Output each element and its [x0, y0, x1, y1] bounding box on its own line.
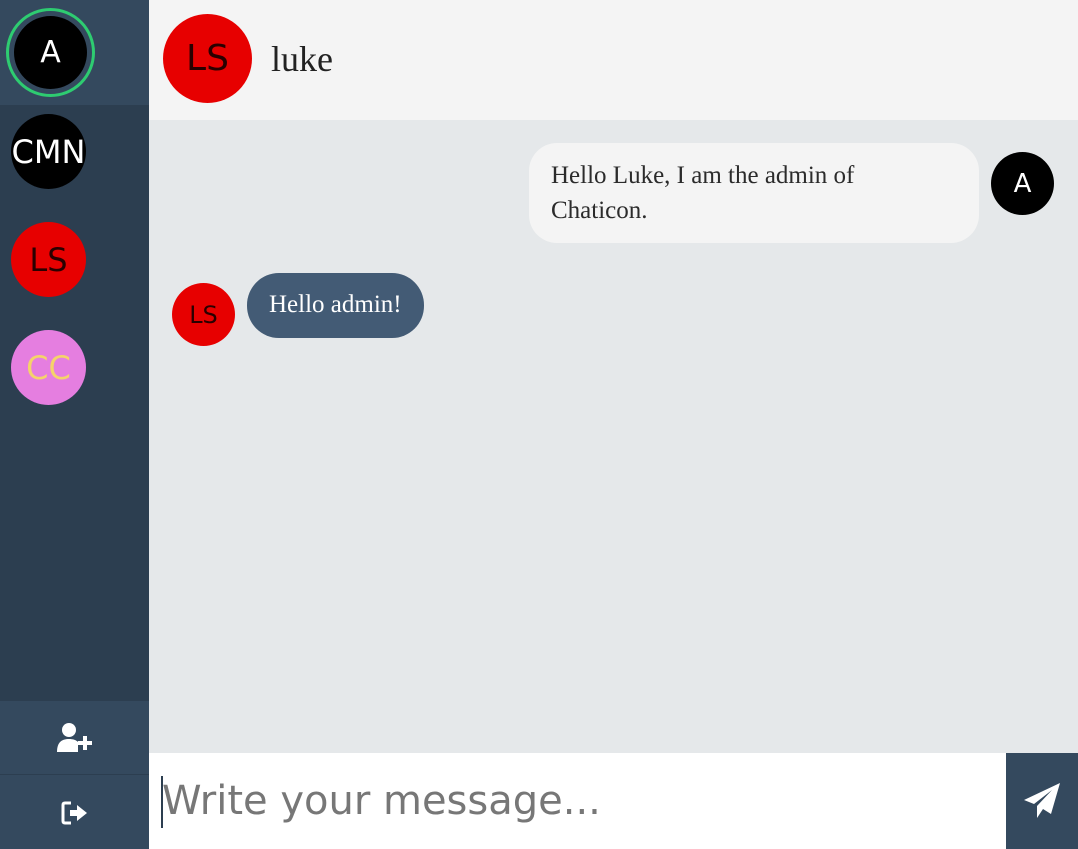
sidebar: A CMN LS CC: [0, 0, 149, 849]
logout-button[interactable]: [0, 776, 149, 849]
incoming-message-avatar: LS: [172, 283, 235, 346]
avatar-initials: LS: [189, 300, 218, 329]
message-input[interactable]: [149, 753, 1006, 849]
send-button[interactable]: [1006, 753, 1078, 849]
incoming-message: Hello admin!: [247, 273, 424, 338]
chat-partner-avatar[interactable]: LS: [163, 14, 252, 103]
current-user-initials: A: [40, 35, 61, 70]
chat-partner-initials: LS: [186, 38, 229, 79]
outgoing-message-avatar: A: [991, 152, 1054, 215]
contact-initials: CC: [26, 348, 71, 387]
avatar-initials: A: [1013, 168, 1032, 199]
current-user-avatar[interactable]: A: [14, 16, 87, 89]
add-user-icon: [56, 722, 92, 752]
logout-icon: [61, 801, 87, 825]
contact-avatar-cmn[interactable]: CMN: [11, 114, 86, 189]
chat-header: LS luke: [149, 0, 1078, 120]
sidebar-actions: [0, 701, 149, 849]
message-composer: [149, 753, 1078, 849]
chat-app: A CMN LS CC LS luke Hello Luke, I am the…: [0, 0, 1078, 849]
contact-initials: CMN: [11, 132, 86, 171]
contact-initials: LS: [29, 240, 68, 279]
text-caret: [161, 776, 163, 828]
contact-avatar-ls[interactable]: LS: [11, 222, 86, 297]
chat-partner-name: luke: [271, 39, 333, 79]
add-user-button[interactable]: [0, 701, 149, 775]
chat-main: LS luke Hello Luke, I am the admin of Ch…: [149, 0, 1078, 849]
paper-plane-icon: [1024, 783, 1060, 818]
outgoing-message: Hello Luke, I am the admin of Chaticon.: [529, 143, 979, 243]
contact-avatar-cc[interactable]: CC: [11, 330, 86, 405]
